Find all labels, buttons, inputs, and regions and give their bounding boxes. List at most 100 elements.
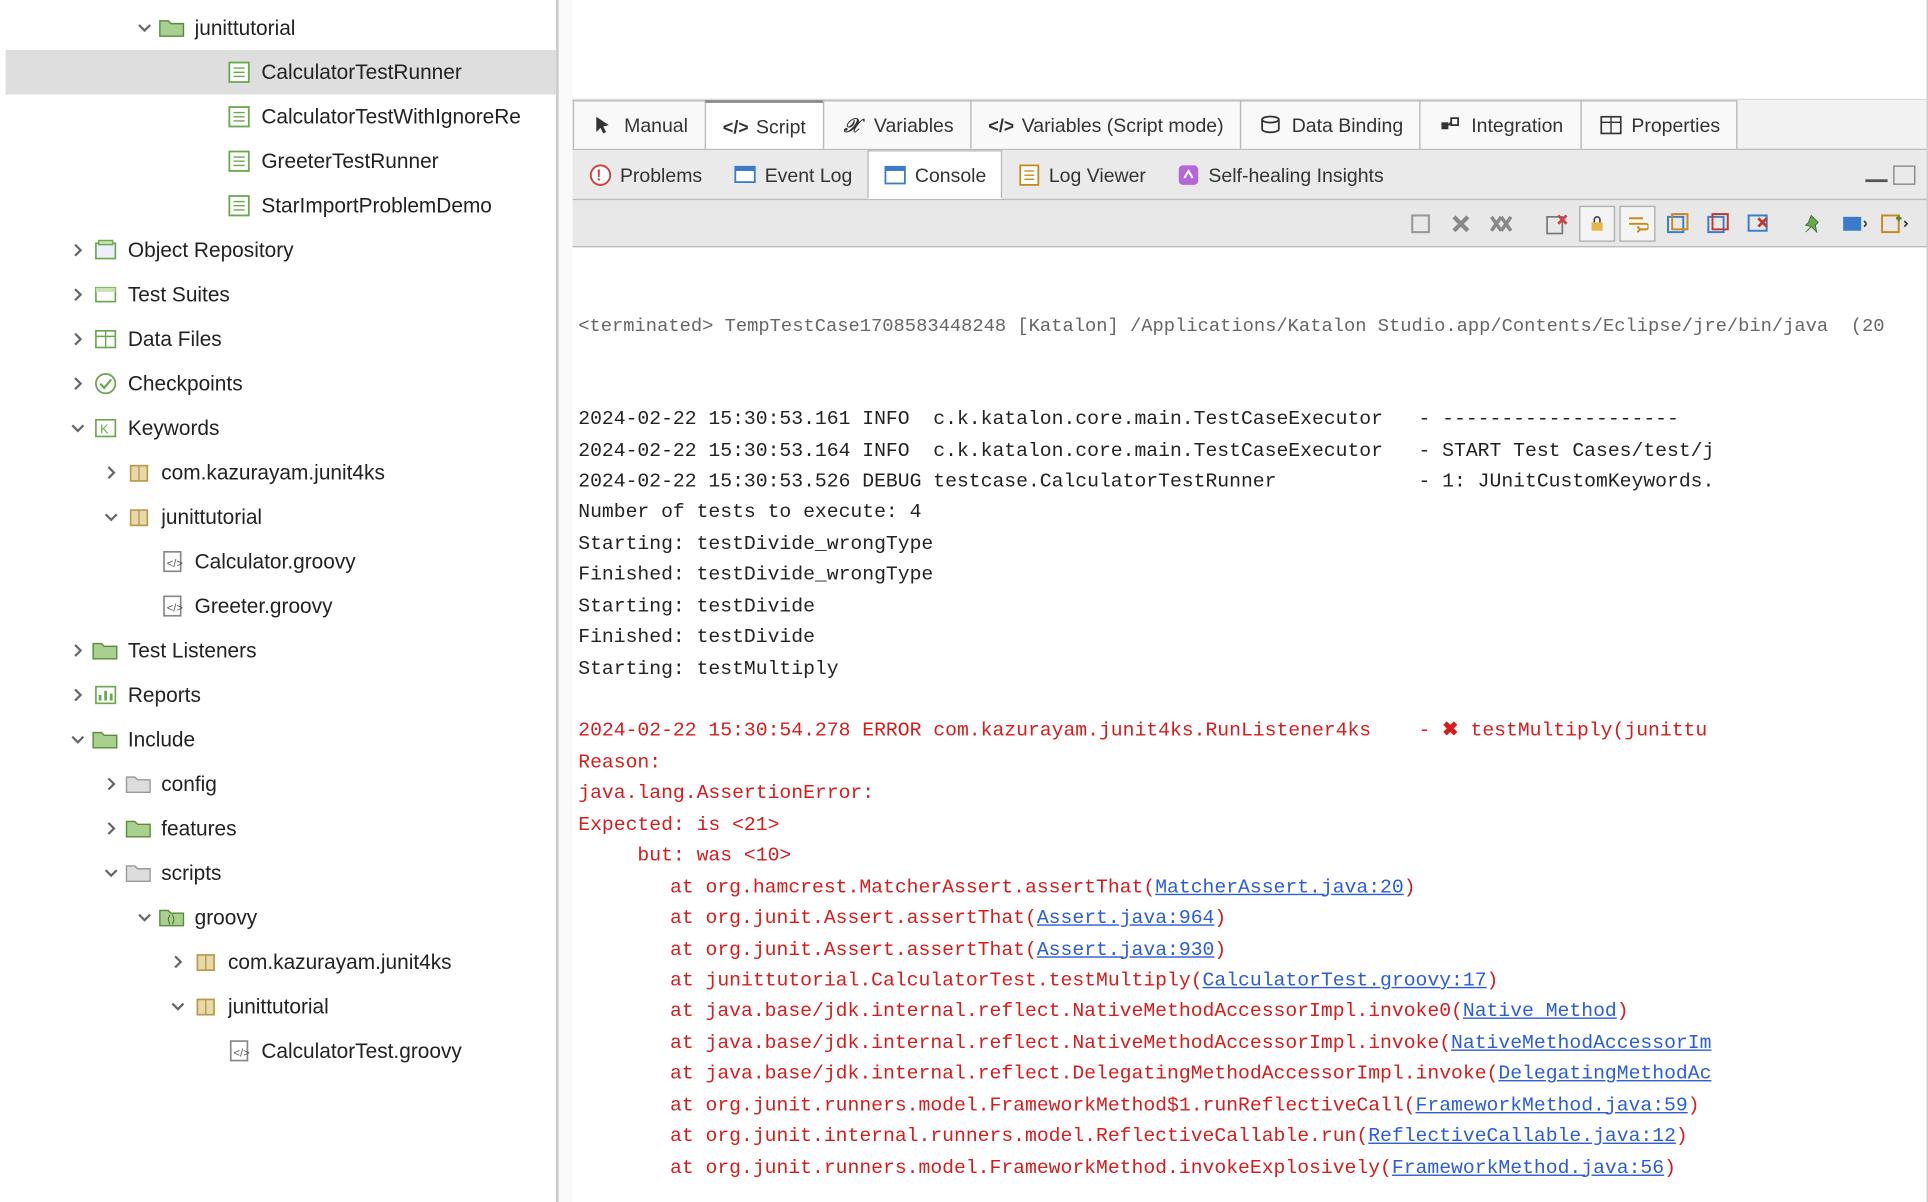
- expand-icon[interactable]: [100, 773, 122, 795]
- tree-item-greeter-groovy[interactable]: </> Greeter.groovy: [6, 584, 556, 628]
- expand-icon[interactable]: [67, 373, 89, 395]
- stack-link[interactable]: DelegatingMethodAc: [1498, 1064, 1711, 1086]
- tree-item-calculatortestrunner[interactable]: CalculatorTestRunner: [6, 50, 556, 94]
- tree-item-starimportproblemdemo[interactable]: StarImportProblemDemo: [6, 183, 556, 227]
- pointer-icon: [591, 113, 616, 138]
- folder-gray-icon: [125, 770, 153, 798]
- remove-all-launch-icon[interactable]: [1483, 205, 1519, 241]
- tree-item-scripts[interactable]: scripts: [6, 851, 556, 895]
- expand-icon[interactable]: [200, 1040, 222, 1062]
- tree-item-junittutorial[interactable]: junittutorial: [6, 495, 556, 539]
- remove-launch-icon[interactable]: [1443, 205, 1479, 241]
- panel-tab-log-viewer[interactable]: Log Viewer: [1002, 150, 1162, 199]
- panel-tab-problems[interactable]: !Problems: [573, 150, 718, 199]
- new-console-icon[interactable]: [1877, 205, 1913, 241]
- tree-label: Calculator.groovy: [195, 550, 556, 574]
- expand-icon[interactable]: [100, 506, 122, 528]
- stack-link[interactable]: ReflectiveCallable.java:12: [1368, 1126, 1676, 1148]
- package-icon: [125, 503, 153, 531]
- stack-link[interactable]: MatcherAssert.java:20: [1155, 877, 1404, 899]
- tree-item-com-kazurayam-junit4ks[interactable]: com.kazurayam.junit4ks: [6, 940, 556, 984]
- expand-icon[interactable]: [133, 550, 155, 572]
- expand-icon[interactable]: [67, 728, 89, 750]
- expand-icon[interactable]: [200, 61, 222, 83]
- stack-link[interactable]: Assert.java:964: [1037, 908, 1215, 930]
- tree-item-com-kazurayam-junit4ks[interactable]: com.kazurayam.junit4ks: [6, 450, 556, 494]
- scroll-lock-icon[interactable]: [1579, 205, 1615, 241]
- xvar-icon: 𝒳: [841, 113, 866, 138]
- remove-all-terminated-icon[interactable]: [1740, 205, 1776, 241]
- expand-icon[interactable]: [67, 284, 89, 306]
- clear-console-icon[interactable]: [1539, 205, 1575, 241]
- maximize-icon[interactable]: [1893, 165, 1915, 184]
- tab-variables[interactable]: 𝒳Variables: [822, 100, 971, 149]
- panel-tab-self-healing-insights[interactable]: Self-healing Insights: [1161, 150, 1399, 199]
- expand-icon[interactable]: [100, 862, 122, 884]
- tree-item-calculatortestwithignorere[interactable]: CalculatorTestWithIgnoreRe: [6, 95, 556, 139]
- tree-item-junittutorial[interactable]: junittutorial: [6, 984, 556, 1028]
- svg-text:!: !: [596, 167, 601, 184]
- tree-item-config[interactable]: config: [6, 762, 556, 806]
- tree-item-checkpoints[interactable]: Checkpoints: [6, 361, 556, 405]
- stop-icon[interactable]: [1403, 205, 1439, 241]
- tree-label: Greeter.groovy: [195, 594, 556, 618]
- expand-icon[interactable]: [133, 595, 155, 617]
- expand-icon[interactable]: [133, 17, 155, 39]
- tab-label: Manual: [624, 114, 688, 136]
- expand-icon[interactable]: [67, 684, 89, 706]
- pin-console-icon[interactable]: [1796, 205, 1832, 241]
- tree-item-test-listeners[interactable]: Test Listeners: [6, 628, 556, 672]
- project-tree[interactable]: junittutorialCalculatorTestRunnerCalcula…: [0, 6, 556, 1074]
- expand-icon[interactable]: [133, 906, 155, 928]
- panel-tab-console[interactable]: Console: [868, 150, 1002, 199]
- tab-data-binding[interactable]: Data Binding: [1240, 100, 1421, 149]
- expand-icon[interactable]: [167, 951, 189, 973]
- tree-label: Reports: [128, 683, 556, 707]
- tree-item-include[interactable]: Include: [6, 717, 556, 761]
- expand-icon[interactable]: [67, 639, 89, 661]
- svg-text:K: K: [100, 423, 109, 437]
- stack-link[interactable]: NativeMethodAccessorIm: [1451, 1033, 1711, 1055]
- show-console-icon[interactable]: [1660, 205, 1696, 241]
- tree-item-keywords[interactable]: KKeywords: [6, 406, 556, 450]
- panel-tab-event-log[interactable]: Event Log: [717, 150, 867, 199]
- tree-item-data-files[interactable]: Data Files: [6, 317, 556, 361]
- word-wrap-icon[interactable]: [1619, 205, 1655, 241]
- stack-link[interactable]: Assert.java:930: [1037, 939, 1215, 961]
- tab-integration[interactable]: Integration: [1420, 100, 1581, 149]
- expand-icon[interactable]: [100, 461, 122, 483]
- svg-text:</>: </>: [167, 603, 183, 615]
- tab-properties[interactable]: Properties: [1580, 100, 1738, 149]
- minimize-icon[interactable]: [1865, 167, 1887, 181]
- show-console-err-icon[interactable]: [1700, 205, 1736, 241]
- tree-item-greetertestrunner[interactable]: GreeterTestRunner: [6, 139, 556, 183]
- expand-icon[interactable]: [200, 106, 222, 128]
- expand-icon[interactable]: [67, 239, 89, 261]
- tab-manual[interactable]: Manual: [573, 100, 706, 149]
- stack-link[interactable]: Native Method: [1463, 1001, 1617, 1023]
- stack-link[interactable]: FrameworkMethod.java:59: [1416, 1095, 1688, 1117]
- tree-item-object-repository[interactable]: Object Repository: [6, 228, 556, 272]
- tree-item-test-suites[interactable]: Test Suites: [6, 272, 556, 316]
- tab-variables-script-mode-[interactable]: </>Variables (Script mode): [970, 100, 1241, 149]
- tree-item-reports[interactable]: Reports: [6, 673, 556, 717]
- display-console-icon[interactable]: [1836, 205, 1872, 241]
- expand-icon[interactable]: [67, 328, 89, 350]
- expand-icon[interactable]: [67, 417, 89, 439]
- console-output[interactable]: <terminated> TempTestCase1708583448248 […: [573, 247, 1927, 1202]
- tree-item-features[interactable]: features: [6, 806, 556, 850]
- expand-icon[interactable]: [200, 150, 222, 172]
- process-label: <terminated> TempTestCase1708583448248 […: [578, 313, 1921, 343]
- tab-script[interactable]: </>Script: [705, 100, 824, 149]
- expand-icon[interactable]: [100, 817, 122, 839]
- tree-item-calculatortest-groovy[interactable]: </>CalculatorTest.groovy: [6, 1029, 556, 1073]
- stack-frame: at org.junit.runners.model.FrameworkMeth…: [578, 1091, 1921, 1122]
- tree-item-groovy[interactable]: ⟨⟩groovy: [6, 895, 556, 939]
- console-line: Number of tests to execute: 4: [578, 498, 1921, 529]
- stack-link[interactable]: FrameworkMethod.java:56: [1392, 1157, 1664, 1179]
- expand-icon[interactable]: [200, 195, 222, 217]
- stack-link[interactable]: CalculatorTest.groovy:17: [1203, 970, 1487, 992]
- expand-icon[interactable]: [167, 995, 189, 1017]
- tree-item-junittutorial[interactable]: junittutorial: [6, 6, 556, 50]
- tree-item-calculator-groovy[interactable]: </>Calculator.groovy: [6, 539, 556, 583]
